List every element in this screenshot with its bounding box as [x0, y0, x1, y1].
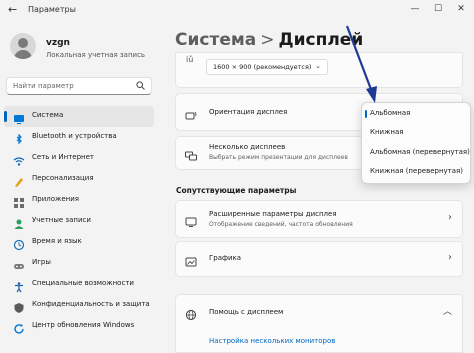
chevron-right-icon: ›: [448, 252, 452, 263]
sidebar-item-personalization[interactable]: Персонализация: [4, 169, 154, 190]
monitor-icon: [185, 213, 197, 227]
maximize-button[interactable]: ☐: [427, 2, 449, 16]
search-box[interactable]: [6, 77, 152, 95]
chevron-right-icon: ›: [448, 212, 452, 223]
sidebar-item-label: Конфиденциальность и защита: [32, 300, 150, 308]
multiple-displays-title: Несколько дисплеев: [209, 143, 286, 151]
sidebar-item-gaming[interactable]: Игры: [4, 253, 154, 274]
sidebar-item-bluetooth[interactable]: Bluetooth и устройства: [4, 127, 154, 148]
title-bar: ← Параметры — ☐ ✕: [0, 0, 474, 20]
back-arrow-icon[interactable]: ←: [8, 3, 17, 16]
accounts-icon: [13, 215, 25, 229]
sidebar-item-label: Персонализация: [32, 174, 94, 182]
page-title: Дисплей: [278, 30, 364, 50]
advanced-display-title: Расширенные параметры дисплея: [209, 210, 337, 218]
related-settings-heading: Сопутствующие параметры: [176, 186, 297, 195]
sidebar-item-accessibility[interactable]: Специальные возможности: [4, 274, 154, 295]
graphics-title: Графика: [209, 254, 242, 262]
sidebar-item-accounts[interactable]: Учетные записи: [4, 211, 154, 232]
resolution-select[interactable]: 1600 × 900 (рекомендуется) ⌄: [206, 59, 328, 75]
resolution-card: iǔ 1600 × 900 (рекомендуется) ⌄: [175, 52, 463, 88]
windows-update-icon: [13, 320, 25, 334]
time-language-icon: [13, 236, 25, 251]
personalization-icon: [13, 173, 25, 187]
orientation-option-portrait-flipped[interactable]: Книжная (перевернутая): [370, 167, 463, 175]
user-name: vzgn: [46, 38, 70, 48]
sidebar-item-apps[interactable]: Приложения: [4, 190, 154, 211]
orientation-icon: [185, 107, 197, 120]
sidebar-item-label: Специальные возможности: [32, 279, 134, 287]
network-icon: [13, 152, 25, 166]
account-type: Локальная учетная запись: [46, 51, 146, 59]
chevron-up-icon[interactable]: ︿: [443, 304, 452, 317]
advanced-display-description: Отображение сведений, частота обновления: [209, 221, 353, 228]
graphics-icon: [185, 253, 197, 267]
chevron-down-icon: ⌄: [315, 62, 321, 70]
sidebar-item-label: Bluetooth и устройства: [32, 132, 117, 140]
breadcrumb: Система > Дисплей: [175, 30, 363, 50]
breadcrumb-separator: >: [260, 30, 275, 50]
sidebar-item-label: Игры: [32, 258, 51, 266]
system-icon: [13, 110, 25, 124]
sidebar-item-network[interactable]: Сеть и Интернет: [4, 148, 154, 169]
orientation-option-landscape[interactable]: Альбомная: [364, 109, 410, 118]
multi-monitor-help-link[interactable]: Настройка нескольких мониторов: [209, 337, 335, 345]
orientation-dropdown: Альбомная Книжная Альбомная (перевернута…: [361, 102, 471, 184]
advanced-display-card[interactable]: Расширенные параметры дисплея Отображени…: [175, 200, 463, 238]
help-globe-icon: [185, 306, 197, 321]
privacy-icon: [13, 299, 25, 313]
resolution-value: 1600 × 900 (рекомендуется): [213, 63, 312, 71]
search-icon[interactable]: [136, 81, 145, 92]
avatar[interactable]: [10, 33, 36, 59]
gaming-icon: [13, 257, 25, 269]
sidebar-item-label: Время и язык: [32, 237, 82, 245]
accessibility-icon: [13, 278, 25, 293]
sidebar-item-windows-update[interactable]: Центр обновления Windows: [4, 316, 154, 337]
bluetooth-icon: [13, 131, 25, 145]
sidebar-nav: Система Bluetooth и устройства Сеть и Ин…: [4, 106, 154, 337]
multiple-displays-description: Выбрать режим презентации для дисплеев: [209, 154, 348, 161]
sidebar-item-label: Приложения: [32, 195, 79, 203]
orientation-option-portrait[interactable]: Книжная: [370, 128, 403, 136]
breadcrumb-parent[interactable]: Система: [175, 30, 256, 50]
close-button[interactable]: ✕: [450, 2, 472, 16]
help-title: Помощь с дисплеем: [209, 308, 284, 316]
multiple-displays-icon: [185, 147, 197, 161]
graphics-card[interactable]: Графика ›: [175, 241, 463, 277]
apps-icon: [13, 194, 25, 208]
orientation-option-landscape-flipped[interactable]: Альбомная (перевернутая): [370, 148, 470, 156]
help-card: Помощь с дисплеем ︿ Настройка нескольких…: [175, 294, 463, 353]
sidebar-item-label: Учетные записи: [32, 216, 91, 224]
search-input[interactable]: [13, 80, 131, 92]
sidebar-item-label: Система: [32, 111, 64, 119]
window-title: Параметры: [28, 5, 76, 14]
orientation-title: Ориентация дисплея: [209, 108, 288, 116]
minimize-button[interactable]: —: [404, 2, 426, 16]
sidebar-item-time-language[interactable]: Время и язык: [4, 232, 154, 253]
sidebar-item-privacy[interactable]: Конфиденциальность и защита: [4, 295, 154, 316]
sidebar-item-system[interactable]: Система: [4, 106, 154, 127]
sidebar-item-label: Центр обновления Windows: [32, 321, 135, 329]
sidebar-item-label: Сеть и Интернет: [32, 153, 94, 161]
resolution-label-fragment: iǔ: [186, 55, 194, 64]
